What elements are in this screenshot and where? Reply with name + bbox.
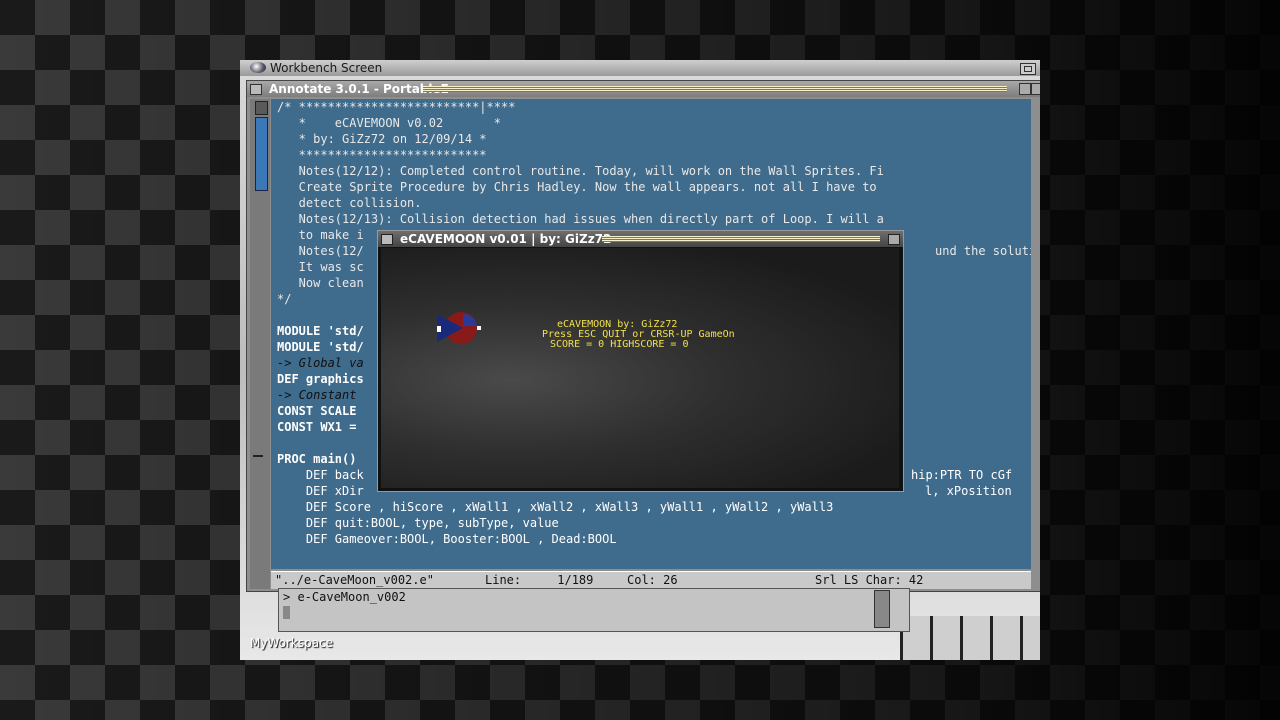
code-fragment: und the soluti	[935, 244, 1031, 258]
code-line: Now clean	[277, 276, 364, 290]
close-icon[interactable]	[250, 84, 262, 95]
code-line: detect collision.	[277, 196, 422, 210]
depth-icon[interactable]	[888, 234, 900, 245]
status-col: Col: 26	[627, 573, 678, 587]
code-line: MODULE 'std/	[277, 340, 364, 354]
code-line: DEF quit:BOOL, type, subType, value	[277, 516, 559, 530]
code-line: */	[277, 292, 292, 306]
screen-titlebar[interactable]: Workbench Screen	[240, 60, 1040, 77]
status-flags: Srl LS Char: 42	[815, 573, 924, 587]
code-line: **************************	[277, 148, 487, 162]
code-line: * by: GiZz72 on 12/09/14 *	[277, 132, 487, 146]
code-line: DEF Score , hiScore , xWall1 , xWall2 , …	[277, 500, 834, 514]
scroll-arrow-up-icon[interactable]	[255, 101, 268, 115]
code-line: Notes(12/13): Collision detection had is…	[277, 212, 884, 226]
code-line: /* *************************|****	[277, 100, 516, 114]
code-line: It was sc	[277, 260, 364, 274]
game-window[interactable]: eCAVEMOON v0.01 | by: GiZz72 eCAVEMOON b…	[377, 230, 904, 492]
zoom-icon[interactable]	[1019, 83, 1031, 95]
game-title: eCAVEMOON v0.01 | by: GiZz72	[400, 232, 612, 246]
code-line: * eCAVEMOON v0.02 *	[277, 116, 501, 130]
wallpaper-fence	[900, 616, 1040, 660]
code-line: DEF back	[277, 468, 364, 482]
editor-titlebar[interactable]: Annotate 3.0.1 - PortableE	[247, 81, 1040, 97]
code-line: Notes(12/	[277, 244, 364, 258]
code-line: DEF xDir	[277, 484, 364, 498]
code-line: PROC main()	[277, 452, 357, 466]
drag-bar[interactable]	[602, 236, 880, 242]
game-titlebar[interactable]: eCAVEMOON v0.01 | by: GiZz72	[378, 231, 903, 247]
shell-prompt: > e-CaveMoon_v002	[283, 590, 406, 604]
shell-scrollbar[interactable]	[874, 590, 890, 628]
code-fragment: hip:PTR TO cGf	[911, 468, 1013, 482]
game-score-text: SCORE = 0 HIGHSCORE = 0	[550, 339, 689, 350]
status-file: "../e-CaveMoon_v002.e"	[275, 573, 434, 587]
fold-marker[interactable]	[253, 455, 263, 457]
code-line: DEF Gameover:BOOL, Booster:BOOL , Dead:B…	[277, 532, 617, 546]
game-canvas[interactable]: eCAVEMOON by: GiZz72 Press ESC QUIT or C…	[381, 248, 899, 488]
code-line: to make i	[277, 228, 364, 242]
editor-statusbar: "../e-CaveMoon_v002.e" Line: 1/189 Col: …	[271, 571, 1031, 589]
code-line: Notes(12/12): Completed control routine.…	[277, 164, 884, 178]
code-fragment: l, xPosition	[925, 484, 1012, 498]
code-line: -> Global va	[277, 356, 364, 370]
drag-bar[interactable]	[423, 86, 1007, 92]
close-icon[interactable]	[381, 234, 393, 245]
editor-title: Annotate 3.0.1 - PortableE	[269, 82, 449, 96]
shell-window[interactable]: > e-CaveMoon_v002	[278, 588, 910, 632]
code-line: Create Sprite Procedure by Chris Hadley.…	[277, 180, 877, 194]
code-line: DEF graphics	[277, 372, 364, 386]
screen-title: Workbench Screen	[270, 61, 383, 75]
code-line: MODULE 'std/	[277, 324, 364, 338]
workspace-label[interactable]: MyWorkspace	[250, 636, 333, 650]
screen-depth-icon[interactable]	[1020, 63, 1036, 75]
vertical-scrollbar-knob[interactable]	[255, 117, 268, 191]
status-line: Line: 1/189	[485, 573, 594, 587]
code-line: CONST SCALE	[277, 404, 357, 418]
ship-sprite-icon	[437, 312, 481, 344]
workbench-logo-icon	[250, 62, 266, 73]
code-line: -> Constant	[277, 388, 357, 402]
text-cursor	[283, 606, 290, 619]
code-line: CONST WX1 =	[277, 420, 357, 434]
depth-icon[interactable]	[1031, 83, 1040, 95]
